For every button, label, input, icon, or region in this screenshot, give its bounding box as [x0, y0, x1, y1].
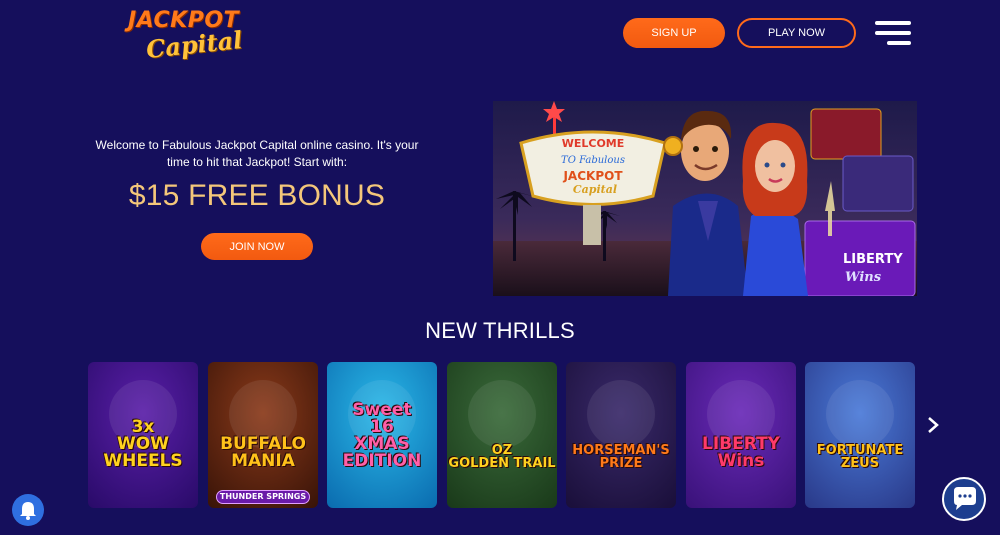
jackpot-capital-logo[interactable]: JACKPOT Capital — [128, 8, 258, 64]
hero-welcome-text: Welcome to Fabulous Jackpot Capital onli… — [95, 138, 419, 169]
game-subtitle: THUNDER SPRINGS — [216, 490, 310, 504]
game-title: FORTUNATE ZEUS — [816, 443, 904, 471]
game-tile-wow-wheels[interactable]: 3x WOW WHEELS — [88, 362, 198, 508]
game-title: 3x WOW WHEELS — [103, 417, 183, 471]
banner-sign-to: TO Fabulous — [561, 155, 625, 166]
game-title: LIBERTY Wins — [702, 434, 780, 471]
hero-banner-image: WELCOME TO Fabulous JACKPOT Capital LIBE… — [493, 101, 917, 296]
bell-icon[interactable] — [12, 494, 44, 526]
game-title: BUFFALO MANIA — [220, 434, 306, 471]
signup-button[interactable]: SIGN UP — [623, 18, 725, 48]
game-title: OZ GOLDEN TRAIL — [448, 443, 556, 471]
banner-sign-welcome: WELCOME — [562, 137, 625, 150]
game-tile-fortunate-zeus[interactable]: FORTUNATE ZEUS — [805, 362, 915, 508]
banner-wins-text: Wins — [845, 270, 882, 285]
hamburger-menu-icon[interactable] — [875, 21, 911, 45]
game-tile-buffalo-mania[interactable]: BUFFALO MANIA THUNDER SPRINGS — [208, 362, 318, 508]
game-tile-sweet-16-xmas[interactable]: Sweet 16 XMAS EDITION — [327, 362, 437, 508]
join-now-button[interactable]: JOIN NOW — [201, 233, 313, 260]
game-tile-oz-golden-trail[interactable]: OZ GOLDEN TRAIL — [447, 362, 557, 508]
play-now-button[interactable]: PLAY NOW — [737, 18, 856, 48]
banner-sign-jackpot: JACKPOT — [562, 169, 623, 183]
game-tile-horsemans-prize[interactable]: HORSEMAN'S PRIZE — [566, 362, 676, 508]
chevron-right-icon[interactable] — [925, 414, 941, 436]
banner-liberty-text: LIBERTY — [843, 252, 903, 267]
game-title: Sweet 16 XMAS EDITION — [342, 400, 422, 471]
banner-sign-capital: Capital — [573, 183, 617, 196]
hero-bonus-headline: $15 FREE BONUS — [128, 179, 386, 212]
game-tile-liberty-wins[interactable]: LIBERTY Wins — [686, 362, 796, 508]
chat-icon[interactable] — [942, 477, 986, 521]
game-title: HORSEMAN'S PRIZE — [572, 443, 670, 471]
new-thrills-heading: NEW THRILLS — [425, 318, 575, 343]
